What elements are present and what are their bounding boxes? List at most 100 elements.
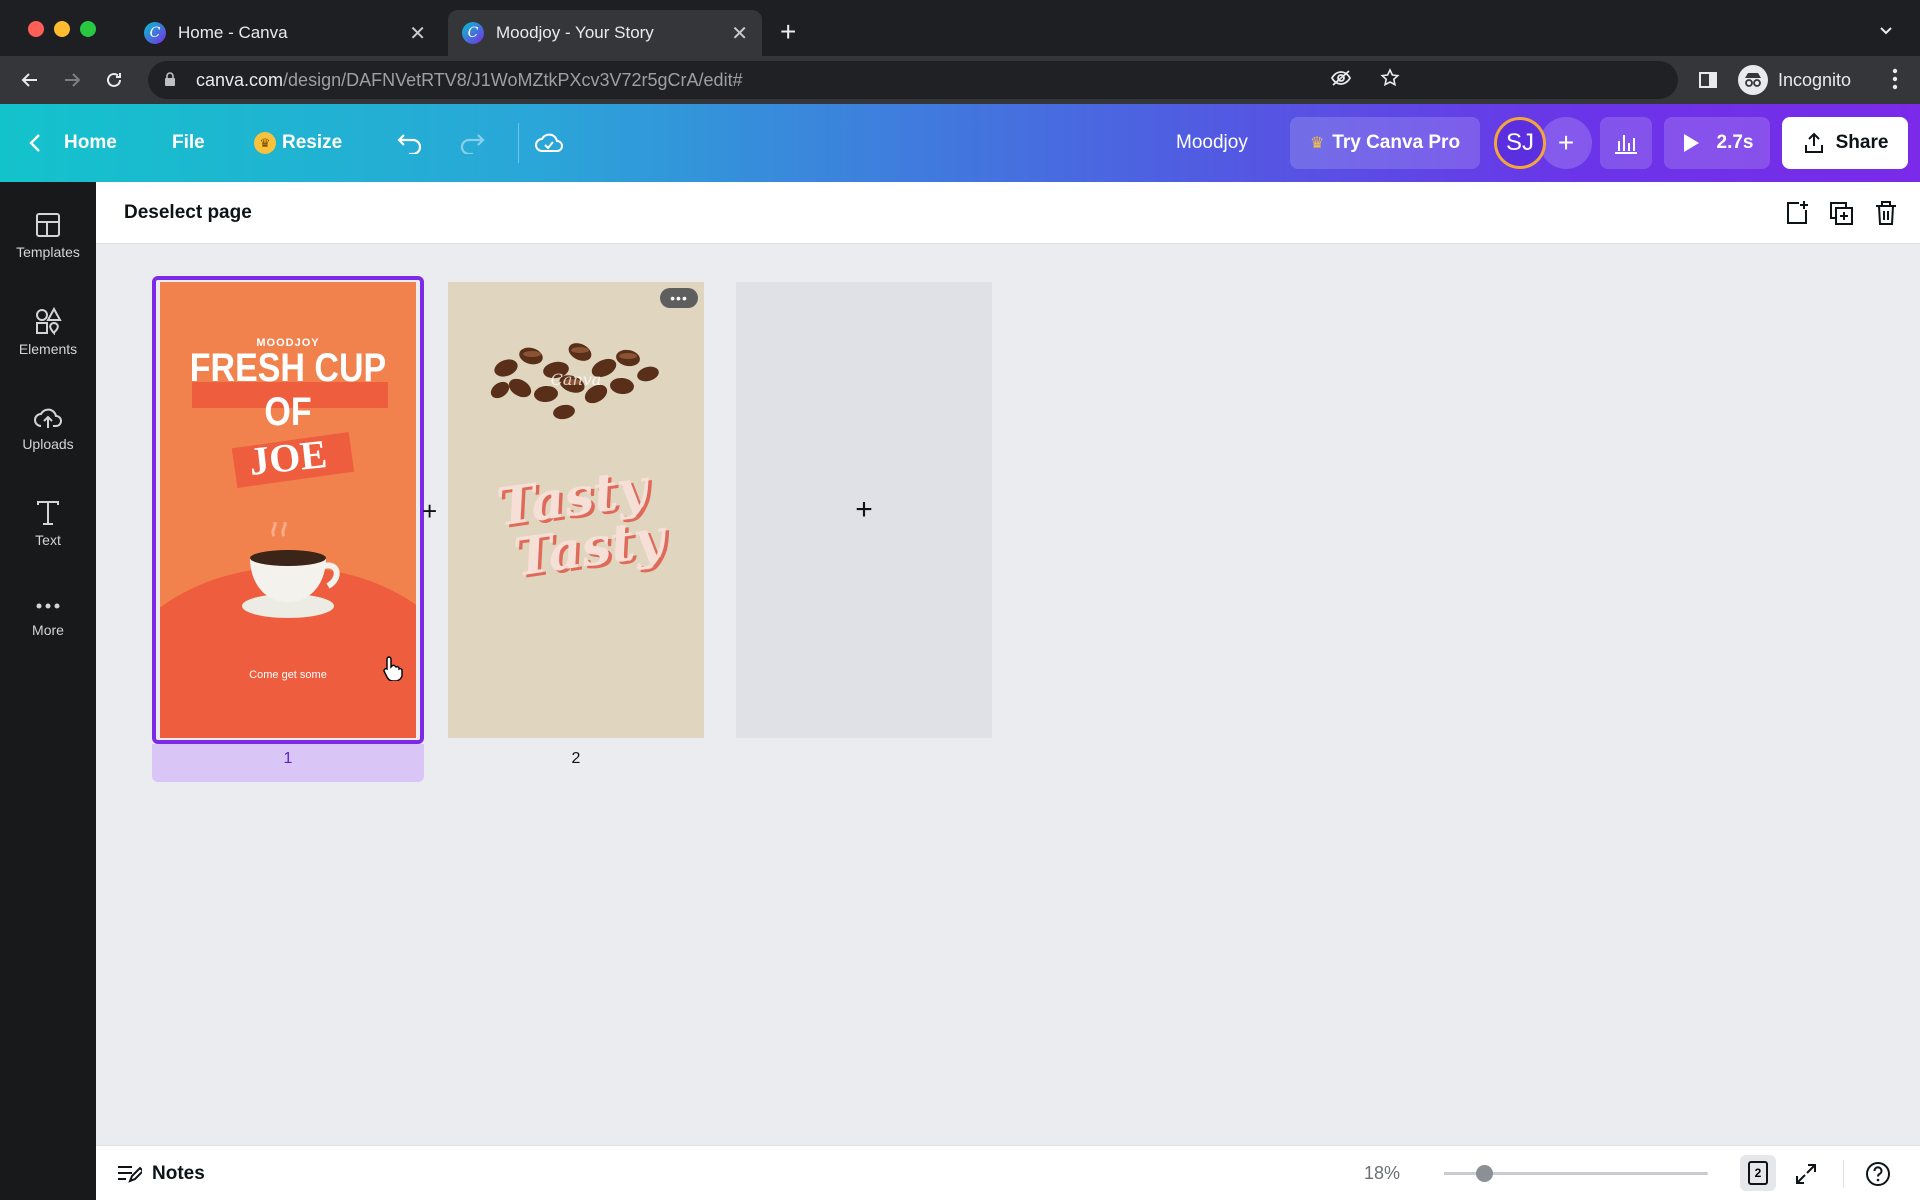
tab-close-icon[interactable]: ✕: [409, 21, 426, 46]
duplicate-page-button[interactable]: [1826, 198, 1856, 228]
elements-shapes-icon: [36, 307, 62, 335]
incognito-label: Incognito: [1778, 69, 1852, 90]
rail-label: More: [32, 622, 64, 638]
insert-page-between-plus-icon[interactable]: +: [422, 496, 437, 527]
incognito-indicator[interactable]: Incognito: [1738, 62, 1851, 98]
rail-label: Elements: [18, 341, 78, 357]
tab-close-icon[interactable]: ✕: [731, 21, 748, 46]
browser-menu-kebab-icon[interactable]: [1892, 68, 1898, 95]
tab-title: Moodjoy - Your Story: [496, 23, 654, 42]
cloud-check-icon: [535, 133, 563, 152]
insights-chart-button[interactable]: [1600, 117, 1652, 169]
deselect-page-button[interactable]: Deselect page: [124, 182, 252, 244]
incognito-icon: [1738, 65, 1768, 95]
toolbar-divider: [518, 123, 519, 163]
resize-label: Resize: [282, 132, 343, 153]
try-pro-label: Try Canva Pro: [1332, 132, 1461, 153]
text-t-icon: [37, 501, 59, 525]
upload-share-icon: [1804, 132, 1823, 153]
undo-icon: [397, 134, 422, 154]
help-question-icon: [1866, 1162, 1890, 1186]
design-title[interactable]: Moodjoy: [1176, 104, 1248, 182]
headline-line: FRESH CUP: [189, 346, 387, 390]
back-arrow-icon[interactable]: [16, 66, 44, 94]
page-thumbnail-2[interactable]: ••• Canva Tasty Tasty: [448, 282, 704, 738]
canva-favicon-icon: C: [144, 22, 166, 44]
zoom-label: 18%: [1364, 1163, 1401, 1183]
rail-label: Uploads: [22, 436, 74, 452]
forward-arrow-icon[interactable]: [58, 66, 86, 94]
hand-pointer-cursor-icon: [383, 656, 403, 681]
rail-label: Text: [35, 532, 61, 548]
browser-tab-bar: C Home - Canva ✕ C Moodjoy - Your Story …: [0, 0, 1920, 64]
add-new-page-placeholder[interactable]: +: [736, 282, 992, 738]
cloud-upload-icon: [34, 408, 62, 428]
redo-icon: [460, 134, 485, 154]
chevron-left-icon: [29, 134, 40, 152]
page-more-options-button[interactable]: •••: [660, 288, 698, 308]
notes-button[interactable]: Notes: [116, 1146, 205, 1200]
design-title-label: Moodjoy: [1176, 132, 1248, 153]
avatar-initials: SJ: [1505, 129, 1534, 156]
zoom-slider[interactable]: [1444, 1165, 1708, 1182]
zoom-percentage[interactable]: 18%: [1364, 1146, 1400, 1200]
trash-icon: [1876, 201, 1896, 225]
share-button[interactable]: Share: [1782, 117, 1908, 169]
tracking-protection-eye-off-icon[interactable]: [1330, 69, 1352, 92]
reload-icon[interactable]: [100, 66, 128, 94]
window-zoom-button[interactable]: [80, 21, 96, 37]
rail-item-uploads[interactable]: Uploads: [0, 388, 96, 468]
page-number-2: 2: [571, 750, 581, 767]
delete-page-button[interactable]: [1871, 198, 1901, 228]
editor-toolbar: Home File ♛ Resize Moodjoy ♛ Try Canva P…: [0, 104, 1920, 182]
rail-item-text[interactable]: Text: [0, 484, 96, 564]
tab-search-chevron-icon[interactable]: [1878, 22, 1894, 43]
url-path: /design/DAFNVetRTV8/J1WoMZtkPXcv3V72r5gC…: [283, 69, 743, 90]
url-bar[interactable]: canva.com/design/DAFNVetRTV8/J1WoMZtkPXc…: [148, 61, 1678, 99]
side-panel-icon[interactable]: [1694, 66, 1722, 94]
fullscreen-button[interactable]: [1790, 1158, 1822, 1190]
rail-item-templates[interactable]: Templates: [0, 196, 96, 276]
url-host: canva.com: [196, 69, 284, 90]
notes-icon: [118, 1165, 142, 1183]
redo-button[interactable]: [458, 104, 486, 182]
page-number-1: 1: [283, 750, 293, 767]
home-label: Home: [64, 132, 117, 153]
grid-view-page-count-button[interactable]: 2: [1740, 1155, 1776, 1191]
coffee-cup-illustration: [242, 522, 340, 618]
expand-arrows-icon: [1796, 1164, 1816, 1184]
add-page-button[interactable]: [1782, 198, 1812, 228]
rail-label: Templates: [16, 244, 80, 260]
try-canva-pro-button[interactable]: ♛ Try Canva Pro: [1290, 117, 1480, 169]
window-close-button[interactable]: [28, 21, 44, 37]
share-label: Share: [1835, 132, 1889, 153]
lock-icon: [164, 71, 176, 89]
file-menu-button[interactable]: File: [172, 104, 205, 182]
home-button[interactable]: Home: [28, 104, 117, 182]
canva-favicon-icon: C: [462, 22, 484, 44]
left-side-rail: Templates Elements Uploads Text More: [0, 182, 96, 1200]
rail-item-more[interactable]: More: [0, 580, 96, 660]
templates-icon: [36, 213, 60, 237]
undo-button[interactable]: [396, 104, 424, 182]
bookmark-star-icon[interactable]: [1380, 67, 1400, 93]
footer-divider: [1843, 1160, 1844, 1188]
add-page-plus-icon: +: [855, 493, 873, 526]
new-tab-plus-icon[interactable]: +: [780, 18, 796, 46]
browser-tab-home[interactable]: C Home - Canva ✕: [130, 10, 440, 56]
tasty-headline: Tasty Tasty: [448, 455, 704, 594]
invite-plus-button[interactable]: +: [1540, 117, 1592, 169]
user-avatar[interactable]: SJ: [1494, 117, 1546, 169]
window-minimize-button[interactable]: [54, 21, 70, 37]
tab-title: Home - Canva: [178, 23, 288, 42]
browser-tab-moodjoy[interactable]: C Moodjoy - Your Story ✕: [448, 10, 762, 56]
resize-button[interactable]: ♛ Resize: [254, 104, 342, 182]
zoom-slider-handle[interactable]: [1476, 1165, 1493, 1182]
file-label: File: [172, 132, 205, 153]
page-thumbnail-1[interactable]: MOODJOY FRESH CUP OF JOE Come get some: [160, 282, 416, 738]
help-button[interactable]: [1862, 1158, 1894, 1190]
rail-item-elements[interactable]: Elements: [0, 292, 96, 372]
save-status-cloud-button[interactable]: [534, 104, 564, 182]
add-page-icon: [1787, 201, 1808, 224]
present-play-button[interactable]: 2.7s: [1664, 117, 1770, 169]
